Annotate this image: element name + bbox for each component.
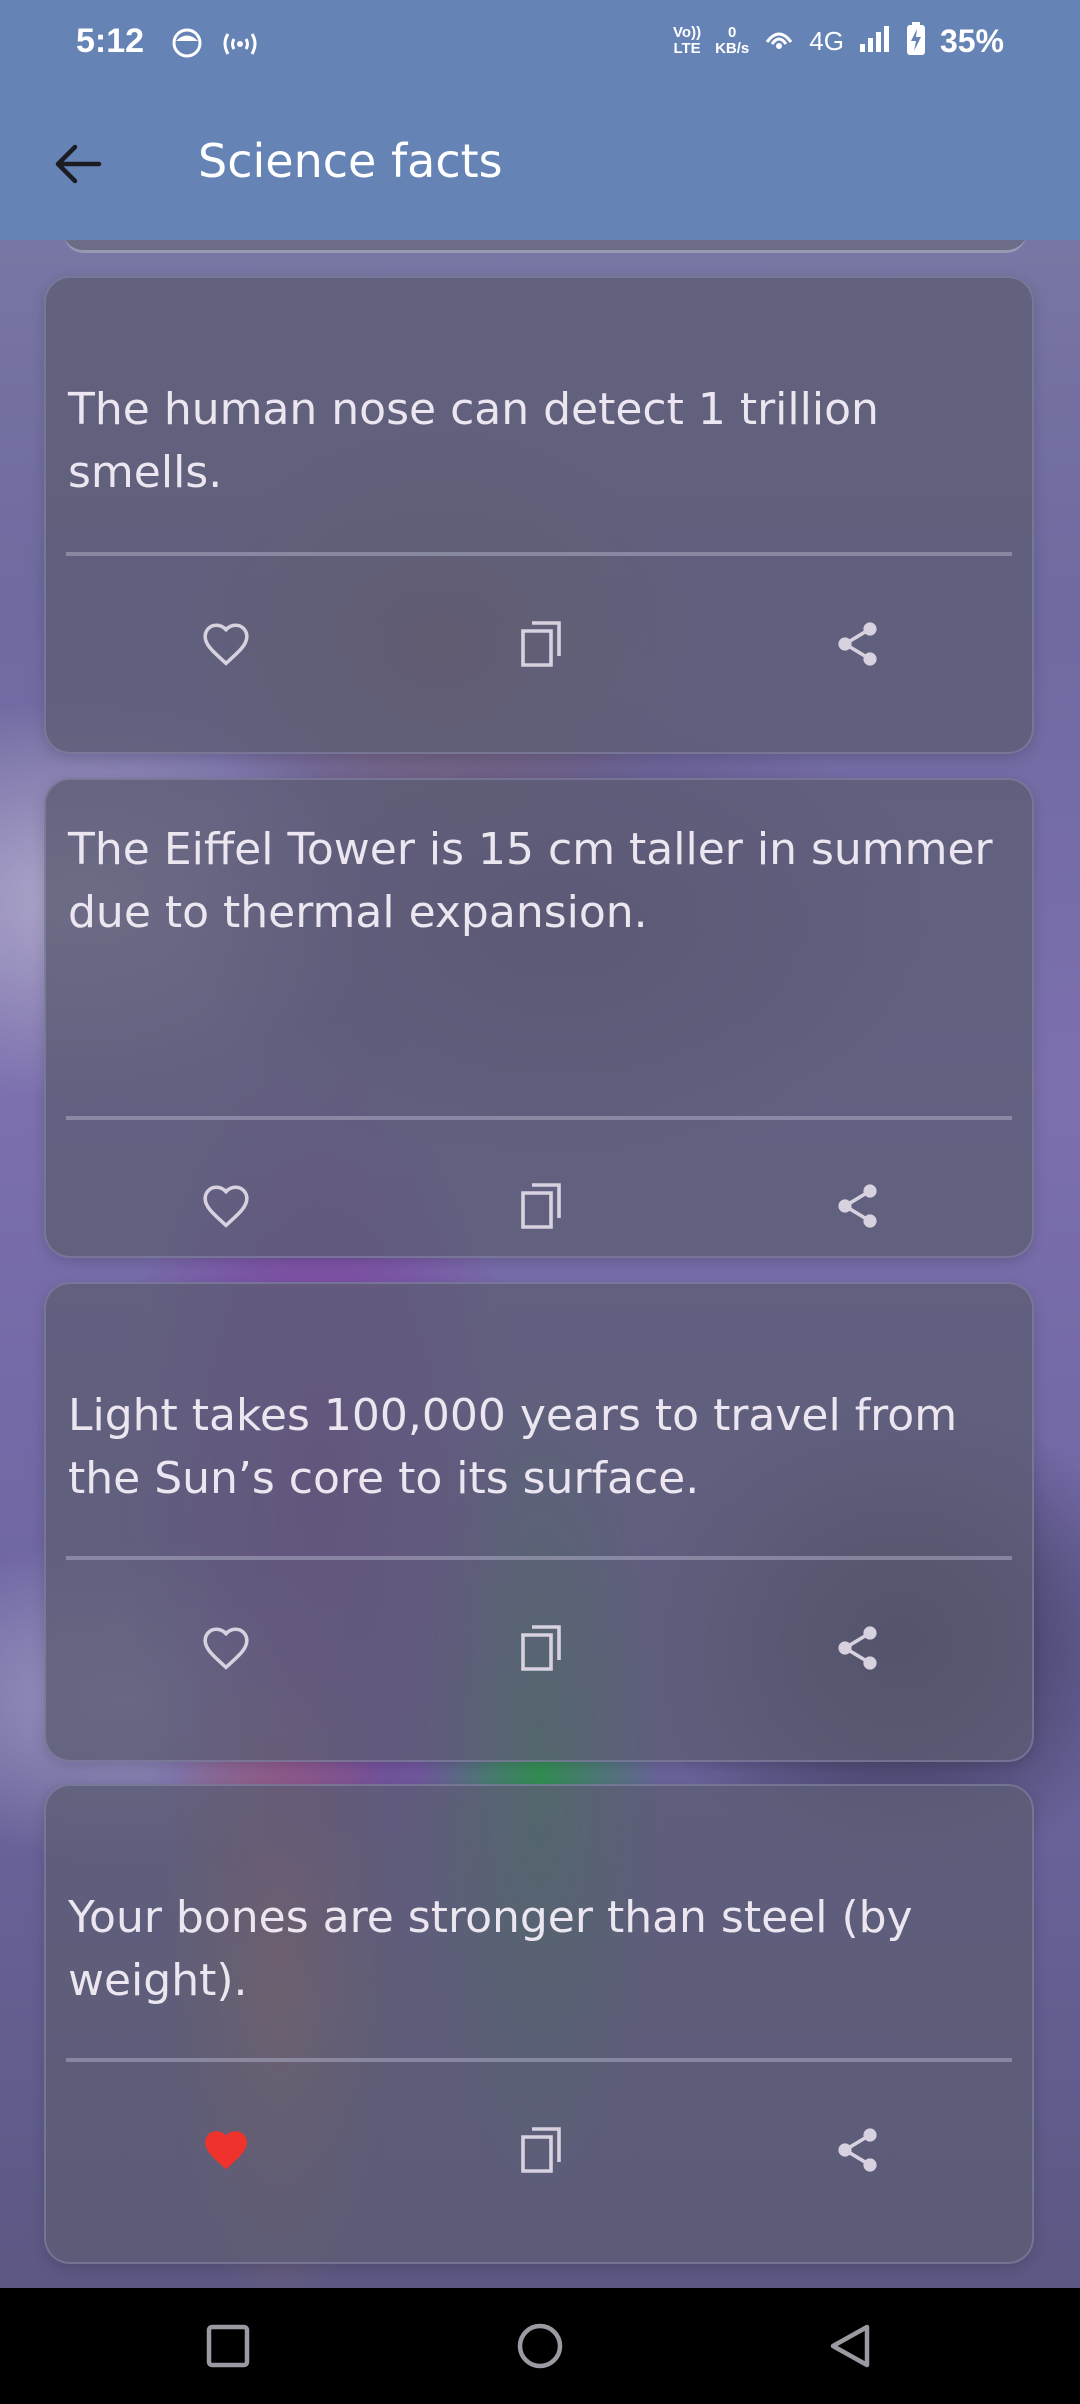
copy-button[interactable] [501, 1166, 581, 1246]
copy-button[interactable] [501, 604, 581, 684]
card-actions [46, 1608, 1032, 1688]
status-right: Vo)) LTE 0 KB/s 4G 35% [673, 22, 1004, 60]
fact-text: Your bones are stronger than steel (by w… [68, 1892, 913, 2006]
home-button[interactable] [500, 2306, 580, 2386]
face-app-icon [170, 26, 204, 64]
card-actions [46, 2110, 1032, 2190]
copy-button[interactable] [501, 1608, 581, 1688]
like-button[interactable] [186, 1608, 266, 1688]
arrow-left-icon [55, 144, 102, 184]
app-bar: Science facts [0, 90, 1080, 240]
signal-icon [858, 24, 892, 58]
hotspot-icon [220, 26, 260, 64]
status-time: 5:12 [76, 22, 145, 60]
copy-icon [521, 621, 561, 667]
status-left-icons [170, 26, 260, 64]
top-area: 5:12 Vo)) LTE 0 KB/s 4G 35% Science fact… [0, 0, 1080, 240]
card-actions [46, 1166, 1032, 1246]
heart-icon [203, 1627, 249, 1670]
heart-icon [203, 623, 249, 666]
card-actions [46, 604, 1032, 684]
network-type: 4G [809, 25, 844, 56]
fact-card: The human nose can detect 1 trillion sme… [44, 276, 1034, 754]
fact-text: Light takes 100,000 years to travel from… [68, 1390, 958, 1504]
copy-button[interactable] [501, 2110, 581, 2190]
like-button[interactable] [186, 2110, 266, 2190]
share-icon [838, 622, 877, 666]
facts-list[interactable]: The human nose can detect 1 trillion sme… [0, 240, 1080, 2288]
system-nav-bar [0, 2288, 1080, 2404]
share-button[interactable] [818, 1608, 898, 1688]
card-divider [66, 552, 1012, 556]
share-icon [838, 2128, 877, 2172]
previous-card-edge [64, 240, 1026, 253]
network-speed: 0 KB/s [715, 24, 750, 57]
fact-card: Your bones are stronger than steel (by w… [44, 1784, 1034, 2264]
home-icon [517, 2323, 563, 2369]
fact-card: Light takes 100,000 years to travel from… [44, 1282, 1034, 1762]
page-title: Science facts [198, 134, 503, 188]
share-button[interactable] [818, 1166, 898, 1246]
share-icon [838, 1184, 877, 1228]
fact-card: The Eiffel Tower is 15 cm taller in summ… [44, 778, 1034, 1258]
back-triangle-icon [830, 2324, 870, 2368]
share-icon [838, 1626, 877, 1670]
heart-icon [203, 1185, 249, 1228]
status-bar: 5:12 Vo)) LTE 0 KB/s 4G 35% [0, 0, 1080, 90]
fact-text: The human nose can detect 1 trillion sme… [68, 384, 879, 498]
card-divider [66, 1116, 1012, 1120]
back-button[interactable] [36, 122, 120, 206]
like-button[interactable] [186, 604, 266, 684]
fact-text: The Eiffel Tower is 15 cm taller in summ… [68, 824, 993, 938]
share-button[interactable] [818, 2110, 898, 2190]
volte-indicator: Vo)) LTE [673, 24, 702, 57]
copy-icon [521, 1183, 561, 1229]
share-button[interactable] [818, 604, 898, 684]
card-divider [66, 2058, 1012, 2062]
nav-back-button[interactable] [810, 2306, 890, 2386]
wifi-calling-icon [763, 24, 795, 58]
copy-icon [521, 2127, 561, 2173]
copy-icon [521, 1625, 561, 1671]
heart-filled-icon [205, 2131, 247, 2170]
like-button[interactable] [186, 1166, 266, 1246]
recent-apps-button[interactable] [188, 2306, 268, 2386]
recent-apps-icon [206, 2324, 250, 2368]
battery-percent: 35% [939, 22, 1004, 59]
card-divider [66, 1556, 1012, 1560]
battery-charging-icon [906, 22, 926, 60]
